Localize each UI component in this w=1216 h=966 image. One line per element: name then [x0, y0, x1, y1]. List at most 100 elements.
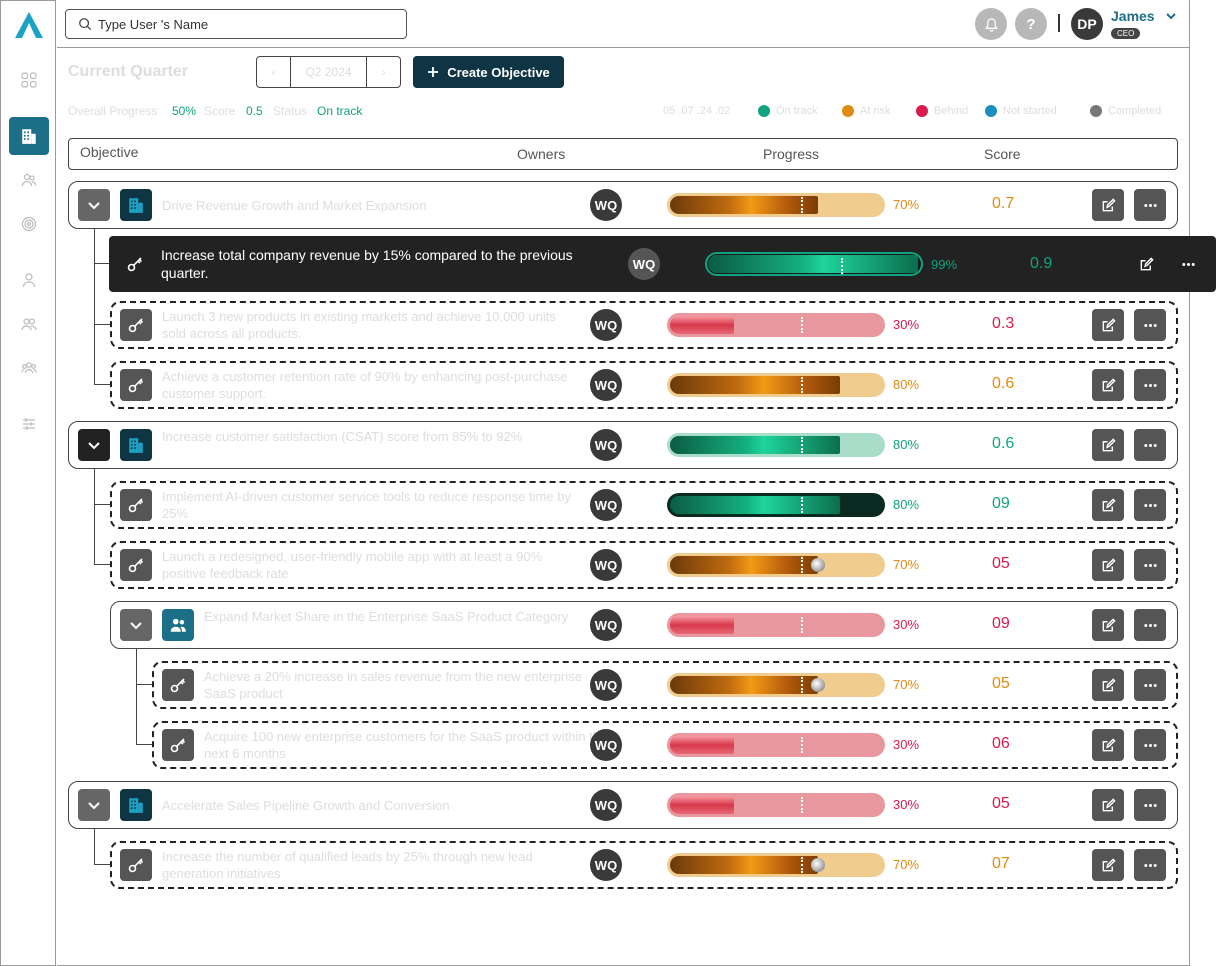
- objective-title[interactable]: Increase the number of qualified leads b…: [162, 848, 572, 882]
- more-icon[interactable]: [1134, 489, 1166, 521]
- edit-icon[interactable]: [1092, 729, 1124, 761]
- edit-icon[interactable]: [1092, 609, 1124, 641]
- edit-icon[interactable]: [1092, 849, 1124, 881]
- more-icon[interactable]: [1134, 429, 1166, 461]
- more-icon[interactable]: [1134, 549, 1166, 581]
- objective-title[interactable]: Increase customer satisfaction (CSAT) sc…: [162, 428, 572, 445]
- chevron-down-icon[interactable]: [1165, 10, 1177, 25]
- objective-title[interactable]: Acquire 100 new enterprise customers for…: [204, 728, 614, 762]
- progress-bar: [667, 793, 885, 817]
- avatar[interactable]: WQ: [590, 789, 622, 821]
- legend-label: On track: [776, 105, 818, 117]
- help-button[interactable]: ?: [1015, 8, 1047, 40]
- edit-icon[interactable]: [1092, 789, 1124, 821]
- legend-label: Behind: [934, 105, 969, 117]
- chevron-down-icon[interactable]: [78, 789, 110, 821]
- progress-target-marker: [801, 437, 803, 453]
- avatar[interactable]: WQ: [590, 729, 622, 761]
- search-input[interactable]: Type User 's Name: [65, 9, 407, 39]
- avatar[interactable]: WQ: [590, 489, 622, 521]
- building-icon[interactable]: [9, 117, 49, 155]
- grid-icon[interactable]: [15, 66, 43, 94]
- key-icon: [120, 369, 152, 401]
- quarter-next-button[interactable]: ›: [366, 57, 400, 87]
- edit-icon[interactable]: [1092, 489, 1124, 521]
- avatar[interactable]: WQ: [590, 849, 622, 881]
- objective-title[interactable]: Accelerate Sales Pipeline Growth and Con…: [162, 797, 572, 814]
- edit-icon[interactable]: [1092, 189, 1124, 221]
- progress-fill: [670, 376, 840, 394]
- team-icon[interactable]: [15, 354, 43, 382]
- more-icon[interactable]: [1134, 189, 1166, 221]
- progress-target-marker: [801, 197, 803, 213]
- avatar[interactable]: WQ: [590, 609, 622, 641]
- create-objective-button[interactable]: Create Objective: [413, 56, 564, 88]
- progress-fill: [670, 436, 840, 454]
- app-logo-icon[interactable]: [12, 9, 46, 43]
- header-progress: Progress: [763, 146, 820, 162]
- progress-handle[interactable]: [811, 678, 825, 692]
- progress-percent: 70%: [893, 557, 920, 572]
- score-value: 0.3: [992, 315, 1015, 332]
- avatar[interactable]: WQ: [590, 309, 622, 341]
- progress-target-marker: [801, 737, 803, 753]
- avatar[interactable]: WQ: [590, 429, 622, 461]
- edit-icon[interactable]: [1092, 429, 1124, 461]
- avatar[interactable]: WQ: [628, 248, 660, 280]
- objective-title[interactable]: Achieve a customer retention rate of 90%…: [162, 368, 572, 402]
- more-icon[interactable]: [1172, 248, 1204, 280]
- score-value: 06: [992, 735, 1010, 752]
- progress-handle[interactable]: [811, 858, 825, 872]
- objective-title[interactable]: Drive Revenue Growth and Market Expansio…: [162, 197, 572, 214]
- sliders-icon[interactable]: [15, 410, 43, 438]
- avatar[interactable]: DP: [1071, 8, 1103, 40]
- user-role-badge: CEO: [1111, 28, 1141, 39]
- avatar[interactable]: WQ: [590, 189, 622, 221]
- bell-icon[interactable]: [975, 8, 1007, 40]
- quarter-prev-button[interactable]: ‹: [257, 57, 291, 87]
- users-icon[interactable]: [15, 166, 43, 194]
- objective-title[interactable]: Increase total company revenue by 15% co…: [161, 246, 601, 282]
- more-icon[interactable]: [1134, 309, 1166, 341]
- status-value: On track: [317, 104, 363, 118]
- legend-dot: [916, 105, 928, 117]
- objective-title[interactable]: Expand Market Share in the Enterprise Sa…: [204, 608, 614, 625]
- search-placeholder: Type User 's Name: [98, 16, 209, 32]
- avatar[interactable]: WQ: [590, 369, 622, 401]
- progress-fill: [670, 496, 840, 514]
- more-icon[interactable]: [1134, 609, 1166, 641]
- person-icon[interactable]: [15, 266, 43, 294]
- chevron-down-icon[interactable]: [120, 609, 152, 641]
- progress-handle[interactable]: [811, 558, 825, 572]
- key-icon: [162, 729, 194, 761]
- edit-icon[interactable]: [1092, 549, 1124, 581]
- chevron-down-icon[interactable]: [78, 189, 110, 221]
- legend-dot: [758, 105, 770, 117]
- avatar[interactable]: WQ: [590, 549, 622, 581]
- more-icon[interactable]: [1134, 789, 1166, 821]
- progress-target-marker: [801, 857, 803, 873]
- objective-title[interactable]: Achieve a 20% increase in sales revenue …: [204, 668, 614, 702]
- chevron-down-icon[interactable]: [78, 429, 110, 461]
- target-icon[interactable]: [15, 210, 43, 238]
- group-icon[interactable]: [15, 310, 43, 338]
- more-icon[interactable]: [1134, 669, 1166, 701]
- status-label: Status: [273, 104, 308, 118]
- quarter-picker[interactable]: ‹ Q2 2024 ›: [256, 56, 401, 88]
- objective-title[interactable]: Launch 3 new products in existing market…: [162, 308, 572, 342]
- more-icon[interactable]: [1134, 729, 1166, 761]
- progress-percent: 70%: [893, 197, 920, 212]
- progress-percent: 30%: [893, 617, 920, 632]
- progress-fill: [670, 616, 734, 634]
- edit-icon[interactable]: [1092, 369, 1124, 401]
- more-icon[interactable]: [1134, 849, 1166, 881]
- objective-title[interactable]: Launch a redesigned, user-friendly mobil…: [162, 548, 572, 582]
- edit-icon[interactable]: [1092, 669, 1124, 701]
- user-name[interactable]: James: [1111, 8, 1155, 24]
- edit-icon[interactable]: [1130, 248, 1162, 280]
- edit-icon[interactable]: [1092, 309, 1124, 341]
- avatar[interactable]: WQ: [590, 669, 622, 701]
- key-icon: [120, 489, 152, 521]
- more-icon[interactable]: [1134, 369, 1166, 401]
- objective-title[interactable]: Implement AI-driven customer service too…: [162, 488, 572, 522]
